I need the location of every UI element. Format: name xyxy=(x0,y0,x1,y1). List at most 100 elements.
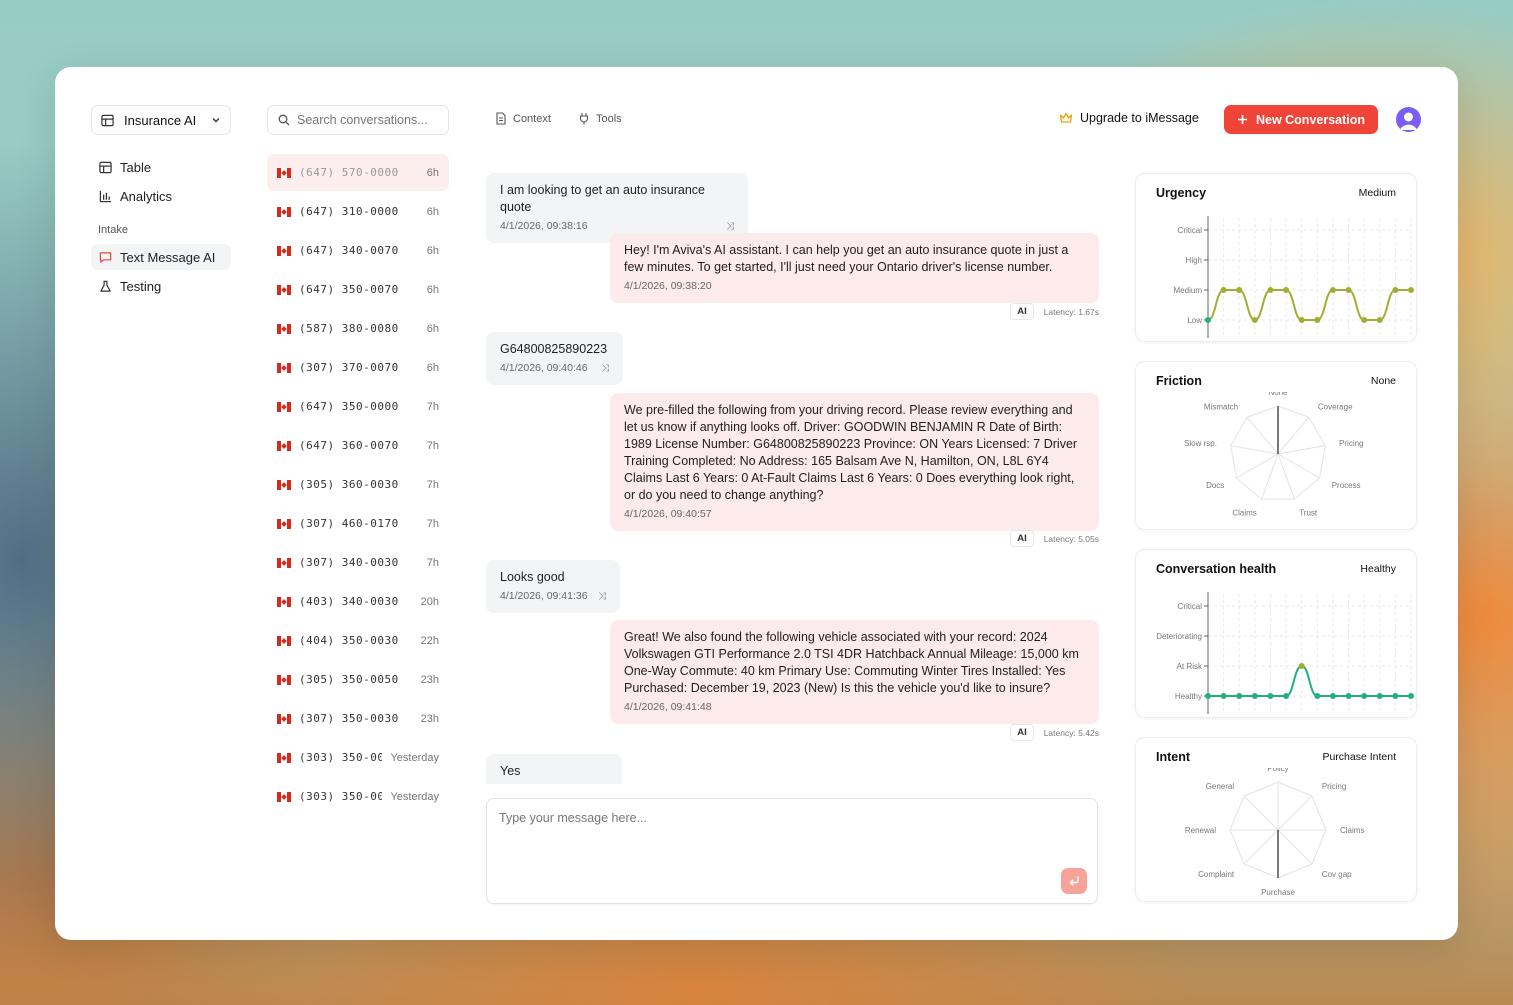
document-icon xyxy=(496,112,506,125)
radar-axis-label: Purchase xyxy=(1261,888,1295,897)
translate-icon[interactable]: ⤨ xyxy=(600,782,608,784)
conversation-item[interactable]: (647) 350-0000 7h xyxy=(267,388,449,425)
radar-axis-label: Claims xyxy=(1232,508,1256,517)
radar-spoke xyxy=(1261,453,1279,500)
ai-message: Great! We also found the following vehic… xyxy=(610,620,1099,724)
conversation-item[interactable]: (647) 360-0070 7h xyxy=(267,427,449,464)
radar-spoke xyxy=(1277,416,1310,455)
conversation-phone: (647) 570-0000 xyxy=(299,166,399,179)
search-box[interactable] xyxy=(267,105,449,135)
flag-band xyxy=(287,362,291,373)
conversation-time: 22h xyxy=(420,634,439,647)
canada-flag-icon xyxy=(277,674,291,685)
flag-band xyxy=(287,518,291,529)
data-point xyxy=(1267,693,1274,699)
conversation-item[interactable]: (305) 360-0030 7h xyxy=(267,466,449,503)
conversation-item[interactable]: (307) 350-0030 23h xyxy=(267,700,449,737)
maple-leaf xyxy=(281,559,287,566)
canada-flag-icon xyxy=(277,362,291,373)
message-meta: 4/1/2026, 09:41:36 ⤨ xyxy=(500,588,606,605)
message-text: Looks good xyxy=(500,570,565,584)
conversation-item[interactable]: (647) 340-0070 6h xyxy=(267,232,449,269)
message-composer xyxy=(486,798,1098,904)
conversation-item[interactable]: (587) 380-0080 6h xyxy=(267,310,449,347)
message-input[interactable] xyxy=(499,811,1085,871)
conversation-item[interactable]: (403) 340-0030 20h xyxy=(267,583,449,620)
user-message: Looks good 4/1/2026, 09:41:36 ⤨ xyxy=(486,560,620,613)
workspace-selector[interactable]: Insurance AI xyxy=(91,105,231,135)
message-meta: 4/1/2026, 09:41:48 xyxy=(624,699,1085,716)
message-ai-meta: AI Latency: 5.05s xyxy=(1010,530,1099,547)
avatar[interactable] xyxy=(1396,107,1421,132)
conversation-phone: (647) 310-0000 xyxy=(299,205,399,218)
data-point xyxy=(1314,317,1321,323)
canada-flag-icon xyxy=(277,206,291,217)
canada-flag-icon xyxy=(277,167,291,178)
app-window: Insurance AI Table Analytics Intake Text… xyxy=(55,67,1458,940)
radar-spoke xyxy=(1230,445,1279,455)
nav-item-testing[interactable]: Testing xyxy=(91,273,231,299)
conversation-item[interactable]: (307) 340-0030 7h xyxy=(267,544,449,581)
message-meta: 4/1/2026, 09:40:57 xyxy=(624,506,1085,523)
conversation-item[interactable]: (303) 350-00 Yesterday xyxy=(267,778,449,815)
radar-spoke xyxy=(1277,795,1313,831)
ai-message: We pre-filled the following from your dr… xyxy=(610,393,1099,531)
conversation-phone: (647) 350-0000 xyxy=(299,400,399,413)
search-input[interactable] xyxy=(297,113,437,127)
maple-leaf xyxy=(281,754,287,761)
conversation-item[interactable]: (647) 350-0070 6h xyxy=(267,271,449,308)
intent-card: Intent Purchase Intent Policy Pricing Clai… xyxy=(1135,737,1417,902)
radar-spoke xyxy=(1277,453,1320,479)
conversation-item[interactable]: (647) 570-0000 6h xyxy=(267,154,449,191)
canada-flag-icon xyxy=(277,401,291,412)
plug-icon xyxy=(579,113,589,125)
conversation-item[interactable]: (303) 350-00 Yesterday xyxy=(267,739,449,776)
canada-flag-icon xyxy=(277,596,291,607)
upgrade-button[interactable]: Upgrade to iMessage xyxy=(1059,111,1199,125)
radar-axis-label: Cov gap xyxy=(1322,870,1352,879)
radar-spoke xyxy=(1277,829,1313,865)
radar-axis-label: Pricing xyxy=(1322,782,1346,791)
translate-icon[interactable]: ⤨ xyxy=(601,360,609,377)
nav-item-table[interactable]: Table xyxy=(91,154,231,180)
data-point xyxy=(1392,287,1399,293)
canada-flag-icon xyxy=(277,752,291,763)
new-conversation-button[interactable]: New Conversation xyxy=(1224,105,1378,134)
radar-spoke xyxy=(1243,795,1279,831)
y-tick-label: High xyxy=(1186,256,1202,265)
data-point xyxy=(1361,693,1368,699)
y-tick-label: Critical xyxy=(1178,602,1203,611)
conversation-item[interactable]: (307) 370-0070 6h xyxy=(267,349,449,386)
nav-item-analytics[interactable]: Analytics xyxy=(91,183,231,209)
tools-button[interactable]: Tools xyxy=(578,112,622,125)
data-point xyxy=(1251,693,1258,699)
data-point xyxy=(1267,287,1274,293)
context-button[interactable]: Context xyxy=(495,112,551,125)
conversation-item[interactable]: (305) 350-0050 23h xyxy=(267,661,449,698)
data-point xyxy=(1361,317,1368,323)
friction-card: Friction None None Coverage Pricing Process… xyxy=(1135,361,1417,530)
translate-icon[interactable]: ⤨ xyxy=(598,588,606,605)
conversation-item[interactable]: (404) 350-0030 22h xyxy=(267,622,449,659)
flag-band xyxy=(287,752,291,763)
table-icon xyxy=(101,114,114,126)
flag-band xyxy=(287,674,291,685)
maple-leaf xyxy=(281,637,287,644)
radar-spoke xyxy=(1277,445,1326,455)
data-point xyxy=(1376,693,1383,699)
conversation-item[interactable]: (647) 310-0000 6h xyxy=(267,193,449,230)
radar-axis-label: Docs xyxy=(1206,481,1224,490)
maple-leaf xyxy=(281,793,287,800)
flask-icon xyxy=(100,280,111,292)
conversation-item[interactable]: (307) 460-0170 7h xyxy=(267,505,449,542)
radar-axis-label: Renewal xyxy=(1185,826,1216,835)
conversation-phone: (307) 340-0030 xyxy=(299,556,399,569)
nav-item-text-message-ai[interactable]: Text Message AI xyxy=(91,244,231,270)
conversation-time: 7h xyxy=(426,478,439,491)
data-point xyxy=(1345,287,1352,293)
y-tick-label: At Risk xyxy=(1177,662,1203,671)
send-button[interactable] xyxy=(1061,868,1087,894)
maple-leaf xyxy=(281,715,287,722)
flag-band xyxy=(287,635,291,646)
flag-band xyxy=(287,206,291,217)
